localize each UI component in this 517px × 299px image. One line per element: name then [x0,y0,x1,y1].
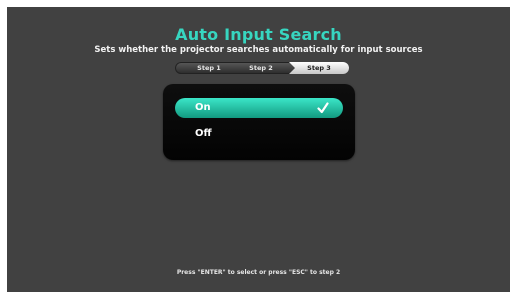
step-3-indicator-active: Step 3 [289,62,349,74]
checkmark-icon [317,102,329,114]
step-progress-bar: Step 1 Step 2 Step 3 [175,62,349,74]
page-subtitle: Sets whether the projector searches auto… [94,45,423,55]
page-title: Auto Input Search [175,25,342,44]
projector-osd-screen: Auto Input Search Sets whether the proje… [7,7,510,292]
option-on-button[interactable]: On [175,98,343,118]
step-1-indicator: Step 1 [197,64,221,72]
step-2-indicator: Step 2 [249,64,273,72]
option-off-button[interactable]: Off [175,124,343,144]
option-on-label: On [195,102,211,113]
option-list-panel: On Off [163,84,355,160]
option-off-label: Off [195,128,212,139]
navigation-hint: Press "ENTER" to select or press "ESC" t… [176,269,341,276]
